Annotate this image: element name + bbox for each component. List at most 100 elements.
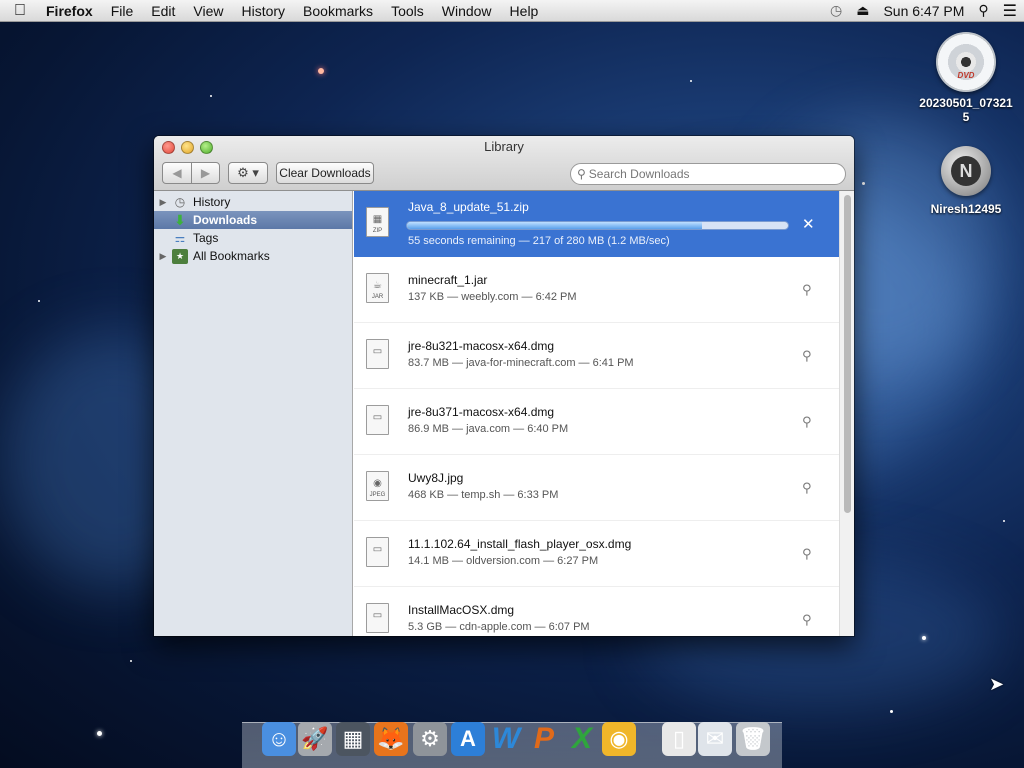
disclosure-triangle-icon[interactable]: ▶ — [154, 251, 172, 262]
sidebar-item-label: History — [193, 195, 231, 209]
download-row[interactable]: ▭ 11.1.102.64_install_flash_player_osx.d… — [354, 521, 839, 587]
window-title: Library — [484, 139, 524, 154]
finder-icon[interactable]: ☺ — [262, 722, 296, 756]
downloads-scrollbar[interactable] — [839, 191, 854, 636]
organize-menu-button[interactable]: ⚙ ▾ — [228, 162, 268, 184]
menu-tools[interactable]: Tools — [382, 3, 433, 19]
menubar-clock[interactable]: Sun 6:47 PM — [876, 3, 971, 19]
photo-browser-icon[interactable]: ▦ — [336, 722, 370, 756]
menu-file[interactable]: File — [102, 3, 143, 19]
scrollbar-thumb[interactable] — [844, 195, 851, 513]
download-name: 11.1.102.64_install_flash_player_osx.dmg — [408, 537, 632, 551]
jar-file-icon: ☕ JAR — [366, 273, 389, 303]
menu-bookmarks[interactable]: Bookmarks — [294, 3, 382, 19]
menu-edit[interactable]: Edit — [142, 3, 184, 19]
reveal-in-finder-icon[interactable]: ⚲ — [802, 348, 812, 364]
download-progress-bar — [406, 221, 789, 230]
spotlight-search-icon[interactable]: ⚲ — [971, 2, 995, 19]
reveal-in-finder-icon[interactable]: ⚲ — [802, 546, 812, 562]
download-status: 137 KB — weebly.com — 6:42 PM — [408, 291, 577, 303]
download-name: InstallMacOSX.dmg — [408, 603, 515, 617]
menu-history[interactable]: History — [232, 3, 294, 19]
reveal-in-finder-icon[interactable]: ⚲ — [802, 612, 812, 628]
reveal-in-finder-icon[interactable]: ⚲ — [802, 282, 812, 298]
time-machine-icon[interactable]: ◷ — [823, 2, 849, 19]
download-status: 55 seconds remaining — 217 of 280 MB (1.… — [408, 235, 670, 247]
apple-icon[interactable]:  — [0, 2, 40, 20]
download-name: jre-8u321-macosx-x64.dmg — [408, 339, 555, 353]
download-row[interactable]: ▭ jre-8u321-macosx-x64.dmg 83.7 MB — jav… — [354, 323, 839, 389]
forward-button[interactable]: ▶ — [191, 162, 220, 184]
eject-icon[interactable]: ⏏ — [849, 2, 876, 19]
cancel-download-icon[interactable]: ✕ — [802, 215, 815, 233]
trash-icon[interactable]: 🗑 — [736, 722, 770, 756]
menu-app-firefox[interactable]: Firefox — [40, 3, 102, 19]
menu-help[interactable]: Help — [501, 3, 548, 19]
download-arrow-icon: ⬇ — [174, 211, 186, 228]
download-name: Uwy8J.jpg — [408, 471, 464, 485]
search-input[interactable] — [588, 167, 829, 181]
window-titlebar[interactable]: Library ◀ ▶ ⚙ ▾ Clear Downloads ⚲ — [154, 136, 854, 191]
download-status: 14.1 MB — oldversion.com — 6:27 PM — [408, 555, 599, 567]
dmg-file-icon: ▭ — [366, 603, 389, 633]
download-name: minecraft_1.jar — [408, 273, 488, 287]
word-icon[interactable]: W — [489, 722, 523, 756]
desktop-icon-dvd[interactable]: DVD 20230501_073215 — [918, 32, 1014, 124]
reveal-in-finder-icon[interactable]: ⚲ — [802, 414, 812, 430]
mail-icon[interactable]: ✉ — [698, 722, 732, 756]
dmg-file-icon: ▭ — [366, 405, 389, 435]
back-button[interactable]: ◀ — [162, 162, 192, 184]
dmg-file-icon: ▭ — [366, 537, 389, 567]
search-downloads-field[interactable]: ⚲ — [570, 163, 846, 185]
server-disk-icon: N — [941, 146, 991, 196]
sidebar-item-label: Tags — [193, 231, 219, 245]
download-row[interactable]: ▭ InstallMacOSX.dmg 5.3 GB — cdn-apple.c… — [354, 587, 839, 636]
firefox-icon[interactable]: 🦊 — [374, 722, 408, 756]
zip-file-icon: ▦ ZIP — [366, 207, 389, 237]
clear-downloads-button[interactable]: Clear Downloads — [276, 162, 374, 184]
sidebar-item-label: All Bookmarks — [193, 249, 270, 263]
dmg-file-icon: ▭ — [366, 339, 389, 369]
app-store-icon[interactable]: A — [451, 722, 485, 756]
excel-icon[interactable]: X — [565, 722, 599, 756]
sidebar-item-all-bookmarks[interactable]: ▶ ★ All Bookmarks — [154, 247, 352, 265]
download-row[interactable]: ▭ jre-8u371-macosx-x64.dmg 86.9 MB — jav… — [354, 389, 839, 455]
download-name: Java_8_update_51.zip — [408, 200, 529, 214]
sidebar-item-history[interactable]: ▶ ◷ History — [154, 193, 352, 211]
menu-view[interactable]: View — [184, 3, 232, 19]
download-row[interactable]: ◉ JPEG Uwy8J.jpg 468 KB — temp.sh — 6:33 … — [354, 455, 839, 521]
download-status: 5.3 GB — cdn-apple.com — 6:07 PM — [408, 621, 590, 633]
download-status: 83.7 MB — java-for-minecraft.com — 6:41 … — [408, 357, 634, 369]
system-preferences-icon[interactable]: ⚙ — [413, 722, 447, 756]
disclosure-triangle-icon[interactable]: ▶ — [154, 197, 172, 208]
sidebar-item-label: Downloads — [193, 213, 258, 227]
zip-document-icon[interactable]: ▯ — [662, 722, 696, 756]
forward-arrow-icon: ▶ — [200, 166, 211, 180]
launchpad-icon[interactable]: 🚀 — [298, 722, 332, 756]
powerpoint-icon[interactable]: P — [527, 722, 561, 756]
search-icon: ⚲ — [577, 167, 586, 181]
arrow-cursor-icon: ➤ — [989, 674, 1005, 694]
sidebar-item-downloads[interactable]: ⬇ Downloads — [154, 211, 352, 229]
download-row[interactable]: ☕ JAR minecraft_1.jar 137 KB — weebly.com… — [354, 257, 839, 323]
download-status: 86.9 MB — java.com — 6:40 PM — [408, 423, 569, 435]
clock-icon: ◷ — [174, 195, 186, 209]
download-row-active[interactable]: ▦ ZIP Java_8_update_51.zip 55 seconds rem… — [354, 191, 839, 257]
tag-icon: ⚎ — [174, 231, 186, 245]
sidebar-item-tags[interactable]: ⚎ Tags — [154, 229, 352, 247]
desktop-icon-label: Niresh12495 — [930, 202, 1002, 216]
library-window: Library ◀ ▶ ⚙ ▾ Clear Downloads ⚲ ▶ ◷ Hi… — [154, 136, 854, 636]
network-utility-icon[interactable]: ◉ — [602, 722, 636, 756]
notification-list-icon[interactable]: ☰ — [996, 1, 1024, 21]
downloads-list[interactable]: ▦ ZIP Java_8_update_51.zip 55 seconds rem… — [354, 191, 854, 636]
bookmarks-icon: ★ — [172, 248, 188, 264]
gear-icon: ⚙ ▾ — [237, 165, 259, 180]
jpeg-file-icon: ◉ JPEG — [366, 471, 389, 501]
download-name: jre-8u371-macosx-x64.dmg — [408, 405, 555, 419]
dvd-icon: DVD — [936, 32, 996, 92]
desktop-icon-label: 20230501_073215 — [919, 96, 1013, 124]
reveal-in-finder-icon[interactable]: ⚲ — [802, 480, 812, 496]
menu-window[interactable]: Window — [433, 3, 501, 19]
library-sidebar: ▶ ◷ History ⬇ Downloads ⚎ Tags ▶ ★ All B… — [154, 191, 353, 636]
desktop-icon-disk[interactable]: N Niresh12495 — [918, 146, 1014, 216]
